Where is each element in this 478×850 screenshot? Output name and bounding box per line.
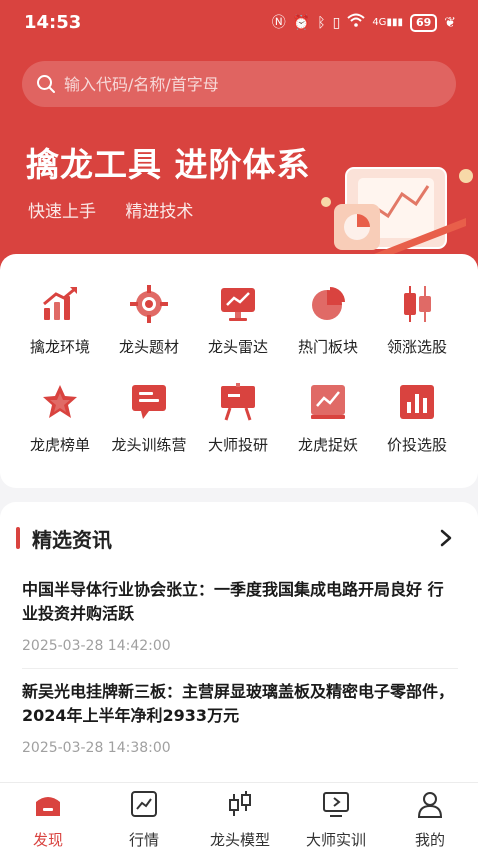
line-chart-board-icon bbox=[311, 385, 345, 419]
section-accent-bar bbox=[16, 527, 20, 549]
bluetooth-icon: ᛒ bbox=[317, 14, 326, 31]
news-title: 中国半导体行业协会张立：一季度我国集成电路开局良好 行业投资并购活跃 bbox=[22, 580, 444, 623]
home-icon bbox=[36, 797, 60, 816]
network-type: 4G bbox=[372, 16, 387, 28]
tool-label: 龙虎榜单 bbox=[29, 436, 90, 454]
tool-label: 热门板块 bbox=[297, 338, 358, 356]
tool-master-research[interactable]: 大师投研 bbox=[190, 382, 286, 472]
tool-leader-training-camp[interactable]: 龙头训练营 bbox=[101, 382, 197, 472]
tool-label: 龙头雷达 bbox=[207, 338, 268, 356]
news-header: 精选资讯 bbox=[16, 526, 112, 552]
search-input[interactable] bbox=[64, 74, 424, 94]
tool-label: 龙头训练营 bbox=[111, 436, 187, 454]
alarm-icon: ⏰ bbox=[292, 14, 311, 31]
tool-label: 龙虎捉妖 bbox=[297, 436, 358, 454]
news-item[interactable]: 中国半导体行业协会张立：一季度我国集成电路开局良好 行业投资并购活跃 2025-… bbox=[22, 578, 458, 654]
battery-level: 69 bbox=[415, 15, 432, 29]
tab-label: 发现 bbox=[32, 831, 63, 849]
tool-label: 擒龙环境 bbox=[29, 338, 90, 356]
news-section-title: 精选资讯 bbox=[32, 527, 112, 552]
tool-dragon-tiger-hunt[interactable]: 龙虎捉妖 bbox=[280, 382, 376, 472]
play-screen-icon bbox=[323, 792, 349, 817]
hero-illustration bbox=[321, 167, 473, 260]
tool-leading-picks[interactable]: 领涨选股 bbox=[369, 284, 465, 374]
market-chart-icon bbox=[131, 791, 157, 817]
tool-qinlong-environment[interactable]: 擒龙环境 bbox=[12, 284, 108, 374]
wifi-icon bbox=[347, 13, 365, 32]
bottom-tab-bar: 发现 行情 龙头模型 大师实训 我的 bbox=[0, 782, 478, 850]
vibrate-icon: ▯ bbox=[332, 14, 341, 31]
tool-dragon-tiger-list[interactable]: 龙虎榜单 bbox=[12, 382, 108, 472]
tool-value-picks[interactable]: 价投选股 bbox=[369, 382, 465, 472]
target-icon bbox=[130, 285, 168, 323]
monitor-chart-icon bbox=[221, 288, 255, 321]
nfc-icon: Ⓝ bbox=[271, 14, 286, 31]
candlestick-icon bbox=[404, 286, 431, 322]
tab-discover[interactable]: 发现 bbox=[0, 783, 96, 850]
news-title: 新吴光电挂牌新三板：主营屏显玻璃盖板及精密电子零部件，2024年上半年净利293… bbox=[22, 682, 455, 725]
status-icons: Ⓝ ⏰ ᛒ ▯ 4G▮▮▮ 69 ❦ bbox=[272, 13, 456, 32]
tool-leader-theme[interactable]: 龙头题材 bbox=[101, 284, 197, 374]
easel-icon bbox=[221, 383, 255, 421]
pie-chart-icon bbox=[312, 287, 345, 320]
tab-label: 龙头模型 bbox=[209, 831, 270, 849]
tab-label: 我的 bbox=[414, 831, 445, 849]
status-time: 14:53 bbox=[24, 12, 82, 33]
status-bar: 14:53 Ⓝ ⏰ ᛒ ▯ 4G▮▮▮ 69 ❦ bbox=[0, 0, 478, 46]
tools-grid: 擒龙环境 龙头题材 龙头雷达 热门板块 领涨选股 龙虎榜单 龙头训练营 大师投研… bbox=[0, 254, 478, 488]
signal-icon: 4G▮▮▮ bbox=[372, 16, 403, 28]
tab-leader-model[interactable]: 龙头模型 bbox=[192, 783, 288, 850]
search-icon bbox=[37, 75, 55, 93]
news-time: 2025-03-28 14:42:00 bbox=[22, 638, 171, 654]
news-section: 精选资讯 中国半导体行业协会张立：一季度我国集成电路开局良好 行业投资并购活跃 … bbox=[0, 502, 478, 802]
battery-icon: 69 bbox=[409, 13, 438, 32]
hero-subtitle-item: 精进技术 bbox=[125, 202, 194, 222]
user-icon bbox=[417, 792, 443, 818]
tool-hot-sectors[interactable]: 热门板块 bbox=[280, 284, 376, 374]
hero-subtitle: 快速上手 精进技术 bbox=[28, 197, 217, 222]
search-bar[interactable] bbox=[22, 61, 456, 107]
bar-chart-icon bbox=[400, 385, 434, 419]
candlestick-model-icon bbox=[229, 791, 251, 816]
leaf-icon: ❦ bbox=[444, 14, 456, 31]
tab-label: 大师实训 bbox=[305, 831, 366, 849]
chat-board-icon bbox=[132, 385, 166, 419]
tool-label: 价投选股 bbox=[386, 436, 447, 454]
tab-mine[interactable]: 我的 bbox=[382, 783, 478, 850]
star-ribbon-icon bbox=[43, 385, 77, 418]
tool-label: 大师投研 bbox=[207, 436, 268, 454]
tool-label: 领涨选股 bbox=[386, 338, 447, 356]
tab-label: 行情 bbox=[128, 831, 159, 849]
tab-market[interactable]: 行情 bbox=[96, 783, 192, 850]
chevron-right-icon[interactable] bbox=[436, 526, 456, 550]
tool-leader-radar[interactable]: 龙头雷达 bbox=[190, 284, 286, 374]
tool-label: 龙头题材 bbox=[118, 338, 179, 356]
news-time: 2025-03-28 14:38:00 bbox=[22, 740, 171, 756]
divider bbox=[22, 668, 458, 669]
hero-subtitle-item: 快速上手 bbox=[28, 202, 96, 222]
tab-master-training[interactable]: 大师实训 bbox=[288, 783, 384, 850]
hero-headline: 擒龙工具 进阶体系 bbox=[26, 145, 311, 184]
news-item[interactable]: 新吴光电挂牌新三板：主营屏显玻璃盖板及精密电子零部件，2024年上半年净利293… bbox=[22, 680, 458, 756]
trend-chart-icon bbox=[43, 286, 77, 320]
